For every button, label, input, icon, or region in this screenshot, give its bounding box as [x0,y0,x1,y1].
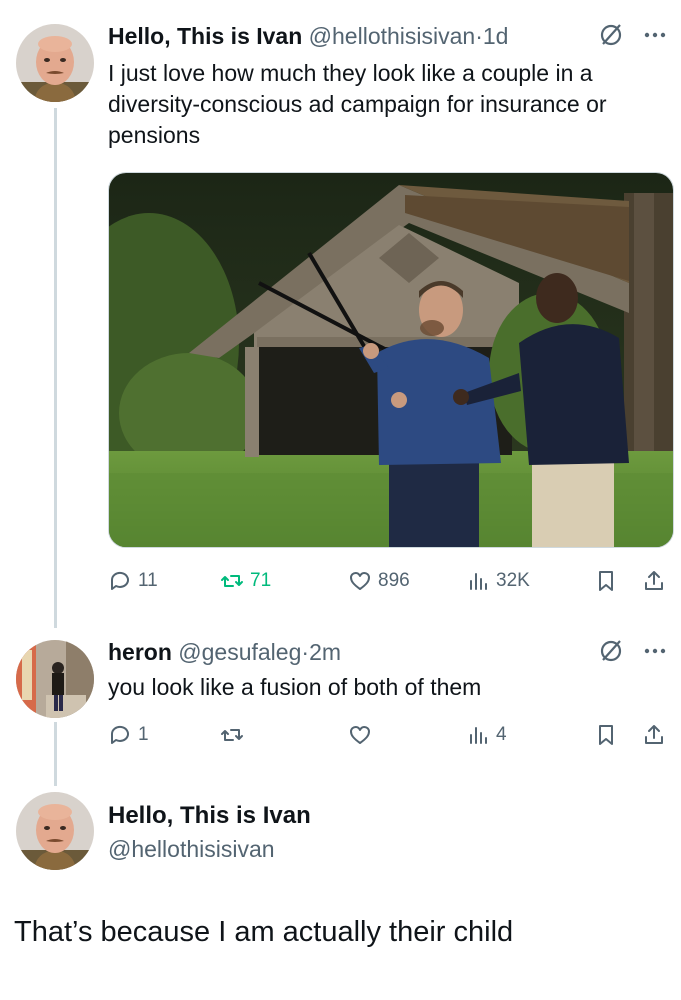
tweet-header: Hello, This is Ivan @hellothisisivan·1d [108,22,508,50]
bookmark-icon [599,571,613,591]
tweet-photo[interactable] [108,172,674,548]
tweet-1: Hello, This is Ivan @hellothisisivan·1d … [0,0,681,610]
display-name[interactable]: heron [108,639,172,665]
user-handle[interactable]: @hellothisisivan [309,23,476,49]
grok-icon[interactable] [598,638,624,664]
share-button[interactable] [642,566,666,596]
tweet-header: heron @gesufaleg·2m [108,638,341,666]
timestamp[interactable]: 2m [309,639,341,665]
tweet-text: That’s because I am actually their child [14,916,514,948]
grok-icon[interactable] [598,22,624,48]
separator-dot: · [301,639,310,665]
like-icon [350,572,370,590]
avatar[interactable] [16,640,94,718]
retweet-button[interactable]: 71 [220,566,271,596]
avatar[interactable] [16,792,94,870]
reply-icon [110,725,129,744]
reply-button[interactable]: 1 [108,720,149,750]
more-icon[interactable] [640,638,670,664]
reply-count: 1 [138,724,149,745]
tweet-actions: 1 4 [108,720,674,750]
reply-icon [110,571,129,590]
share-icon [645,571,663,590]
retweet-count: 71 [250,570,272,591]
views-icon [470,573,487,590]
tweet-3: Hello, This is Ivan @hellothisisivan [0,780,681,1000]
timestamp[interactable]: 1d [483,23,509,49]
like-button[interactable]: 896 [348,566,410,596]
reply-count: 11 [138,570,158,591]
more-icon[interactable] [640,22,670,48]
separator-dot: · [475,23,483,49]
reply-button[interactable]: 11 [108,566,158,596]
bookmark-button[interactable] [594,720,618,750]
like-button[interactable] [348,720,372,750]
views-count: 32K [496,570,530,591]
tweet-text: you look like a fusion of both of them [108,674,482,700]
views-button[interactable]: 4 [466,720,507,750]
tweet-2: heron @gesufaleg·2m you look like a fusi… [0,620,681,780]
share-icon [645,725,663,744]
retweet-icon [221,575,243,587]
display-name[interactable]: Hello, This is Ivan [108,23,302,49]
like-count: 896 [378,570,410,591]
display-name[interactable]: Hello, This is Ivan [108,802,311,830]
user-handle[interactable]: @hellothisisivan [108,836,275,863]
retweet-button[interactable] [220,720,244,750]
views-count: 4 [496,724,507,745]
retweet-icon [221,729,243,741]
user-handle[interactable]: @gesufaleg [178,639,301,665]
tweet-actions: 11 71 896 32K [108,566,674,596]
bookmark-button[interactable] [594,566,618,596]
tweet-text: I just love how much they look like a co… [108,60,607,148]
like-icon [350,726,370,744]
views-icon [470,727,487,744]
bookmark-icon [599,725,613,745]
avatar[interactable] [16,24,94,102]
share-button[interactable] [642,720,666,750]
views-button[interactable]: 32K [466,566,530,596]
